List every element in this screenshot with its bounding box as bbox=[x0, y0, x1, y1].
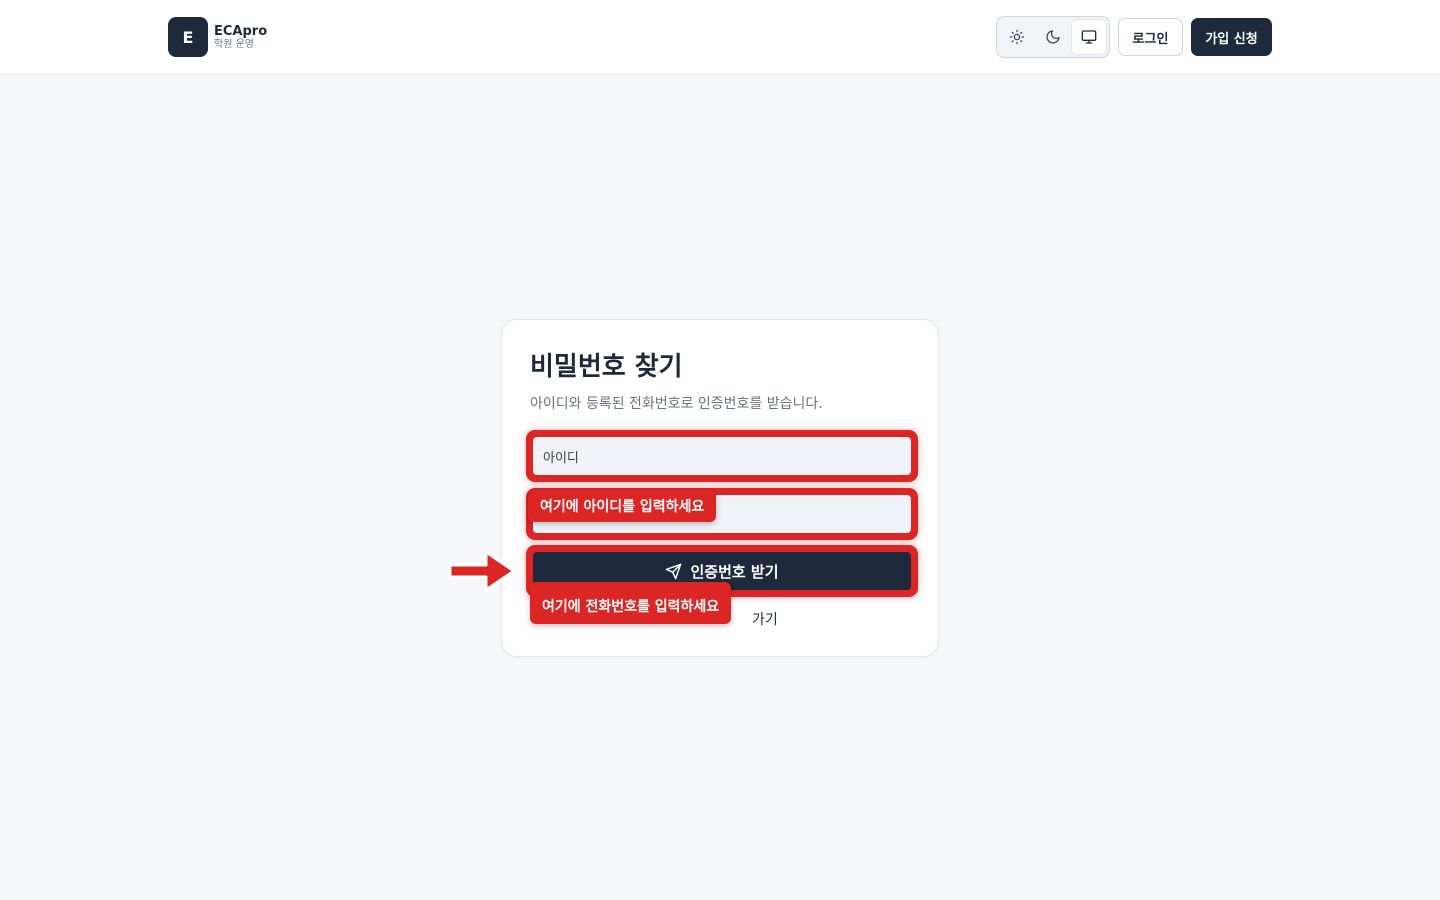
theme-light-button[interactable] bbox=[999, 19, 1035, 55]
brand[interactable]: E ECApro 학원 운영 bbox=[168, 17, 267, 57]
id-tooltip: 여기에 아이디를 입력하세요 bbox=[528, 490, 717, 522]
find-password-card: 비밀번호 찾기 아이디와 등록된 전화번호로 인증번호를 받습니다. 아이디 인… bbox=[501, 319, 939, 657]
id-input-placeholder: 아이디 bbox=[543, 450, 579, 466]
monitor-icon bbox=[1081, 30, 1097, 44]
brand-logo: E bbox=[168, 17, 208, 57]
sun-icon bbox=[1009, 29, 1025, 45]
moon-icon bbox=[1046, 30, 1060, 44]
request-code-label: 인증번호 받기 bbox=[690, 562, 779, 581]
top-header: E ECApro 학원 운영 로그인 가입 신청 bbox=[0, 0, 1440, 75]
theme-dark-button[interactable] bbox=[1035, 19, 1071, 55]
phone-tooltip: 여기에 전화번호를 입력하세요 bbox=[530, 582, 732, 624]
brand-text: ECApro 학원 운영 bbox=[214, 24, 267, 51]
pointer-arrow-icon bbox=[448, 550, 516, 592]
send-icon bbox=[666, 563, 682, 579]
page-description: 아이디와 등록된 전화번호로 인증번호를 받습니다. bbox=[530, 396, 823, 412]
theme-toggle-group bbox=[996, 16, 1110, 58]
signup-button[interactable]: 가입 신청 bbox=[1191, 18, 1272, 56]
brand-name: ECApro bbox=[214, 23, 268, 39]
id-input[interactable]: 아이디 bbox=[533, 437, 911, 475]
back-link[interactable]: 가기 bbox=[752, 609, 778, 629]
theme-system-button[interactable] bbox=[1071, 19, 1107, 55]
id-field-highlight: 아이디 bbox=[526, 430, 918, 482]
login-button[interactable]: 로그인 bbox=[1118, 18, 1183, 56]
brand-subtitle: 학원 운영 bbox=[214, 38, 254, 50]
page-title: 비밀번호 찾기 bbox=[530, 352, 683, 382]
